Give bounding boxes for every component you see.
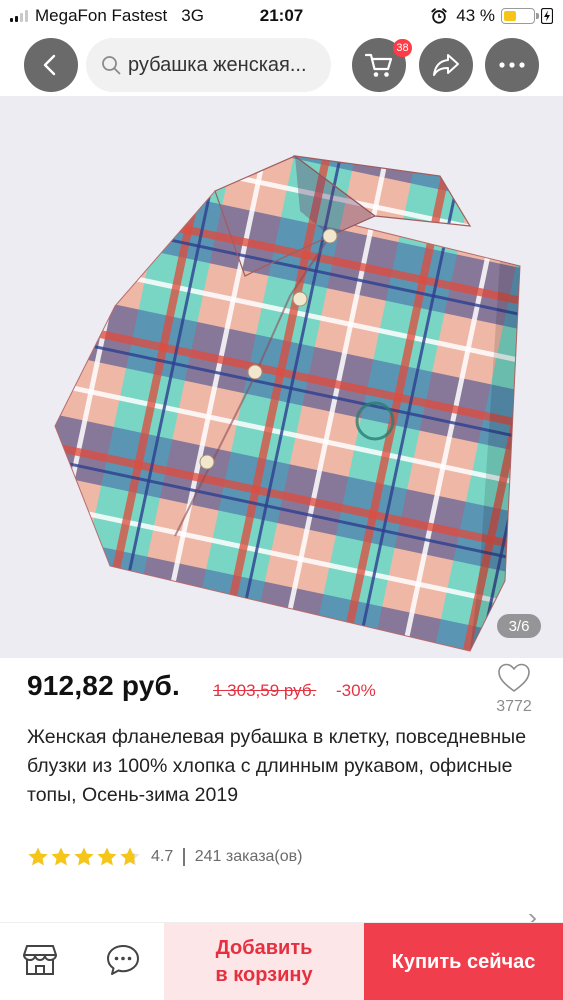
product-title: Женская фланелевая рубашка в клетку, пов…	[27, 726, 527, 806]
cart-badge: 38	[393, 39, 412, 57]
rating-row[interactable]: 4.7 241 заказа(ов)	[27, 846, 302, 868]
star-icon	[28, 847, 48, 866]
search-icon	[102, 56, 121, 75]
nav-bar: рубашка женская... 38	[0, 32, 563, 96]
product-photo	[54, 155, 521, 652]
back-button[interactable]	[24, 38, 78, 92]
star-icon	[120, 847, 140, 866]
bottom-action-bar: Добавить в корзину Купить сейчас	[0, 922, 563, 1000]
old-price: 1 303,59 руб.	[213, 681, 317, 700]
battery-icon	[501, 8, 539, 24]
status-right: 43 %	[430, 6, 553, 26]
add-to-cart-label: Добавить в корзину	[215, 937, 313, 986]
wishlist-button[interactable]: 3772	[490, 662, 538, 716]
chevron-left-icon	[43, 54, 56, 76]
status-bar: MegaFon Fastest 3G 21:07 43 %	[0, 0, 563, 32]
current-price: 912,82 руб.	[27, 670, 181, 701]
discount-badge: -30%	[336, 681, 376, 700]
charging-icon	[541, 8, 553, 24]
product-image-gallery[interactable]: 3/6	[0, 96, 563, 658]
star-rating	[27, 846, 141, 868]
star-icon	[97, 847, 117, 866]
store-icon	[23, 945, 57, 975]
buy-now-button[interactable]: Купить сейчас	[364, 923, 563, 1000]
alarm-icon	[431, 8, 447, 24]
rating-divider	[183, 848, 185, 866]
more-button[interactable]	[485, 38, 539, 92]
search-query: рубашка женская...	[128, 53, 307, 76]
store-button[interactable]	[22, 943, 58, 977]
rating-value: 4.7	[151, 848, 174, 865]
add-to-cart-button[interactable]: Добавить в корзину	[164, 923, 364, 1000]
heart-icon	[498, 663, 530, 692]
search-input[interactable]: рубашка женская...	[86, 38, 331, 92]
wishlist-count: 3772	[496, 698, 532, 715]
chat-button[interactable]	[105, 943, 141, 977]
battery-percent: 43 %	[456, 6, 495, 25]
star-icon	[74, 847, 94, 866]
chat-icon	[107, 945, 139, 975]
share-button[interactable]	[419, 38, 473, 92]
cart-icon	[364, 53, 393, 77]
orders-count: 241 заказа(ов)	[194, 848, 303, 865]
image-counter: 3/6	[497, 614, 541, 638]
buy-now-label: Купить сейчас	[391, 950, 536, 973]
share-icon	[433, 54, 459, 76]
star-icon	[51, 847, 71, 866]
more-dots-icon	[499, 62, 525, 68]
